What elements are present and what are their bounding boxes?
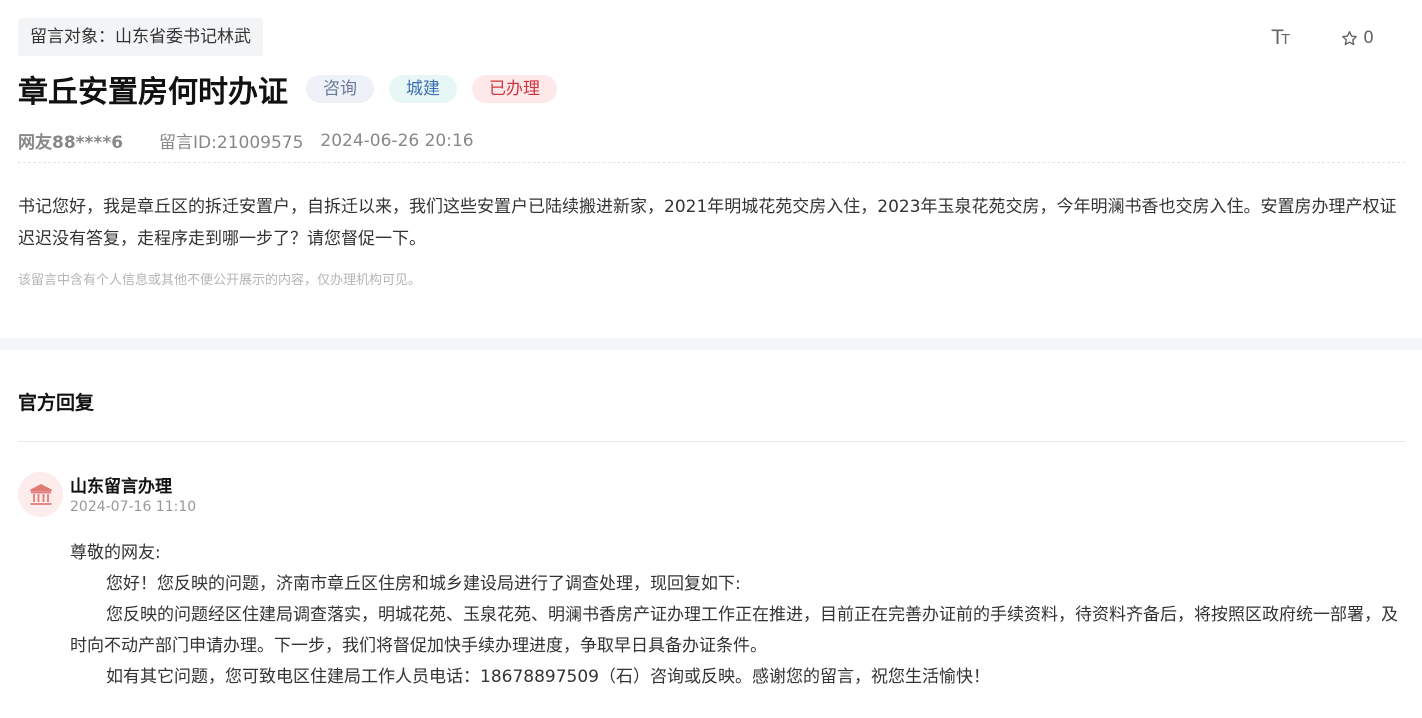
message-author: 网友88****6 bbox=[18, 133, 124, 153]
reply-paragraph: 您反映的问题经区住建局调查落实，明城花苑、玉泉花苑、明澜书香房产证办理工作正在推… bbox=[70, 605, 1398, 656]
privacy-note: 该留言中含有个人信息或其他不便公开展示的内容，仅办理机构可见。 bbox=[18, 273, 422, 288]
section-separator bbox=[0, 338, 1422, 350]
reply-heading: 官方回复 bbox=[18, 392, 95, 414]
message-datetime: 2024-06-26 20:16 bbox=[320, 130, 474, 151]
divider bbox=[18, 441, 1405, 442]
avatar bbox=[18, 472, 63, 517]
government-building-icon bbox=[29, 483, 52, 505]
favorite-button[interactable]: 0 bbox=[1341, 28, 1374, 48]
reply-org-name: 山东留言办理 bbox=[70, 477, 172, 497]
message-target-label: 留言对象：山东省委书记林武 bbox=[18, 18, 263, 56]
official-reply-section: 官方回复 山东留言办理 2024-07-16 11:10 尊敬的网友: 您好！您… bbox=[0, 350, 1422, 718]
text-size-icon[interactable]: TT bbox=[1271, 26, 1290, 50]
toolbar: TT 0 bbox=[1271, 26, 1374, 50]
divider bbox=[18, 162, 1405, 163]
tag-category: 城建 bbox=[389, 75, 457, 103]
message-id: 留言ID:21009575 bbox=[159, 133, 304, 153]
reply-datetime: 2024-07-16 11:10 bbox=[70, 499, 197, 515]
reply-content: 尊敬的网友: 您好！您反映的问题，济南市章丘区住房和城乡建设局进行了调查处理，现… bbox=[70, 538, 1408, 693]
message-section: 留言对象：山东省委书记林武 TT 0 章丘安置房何时办证 咨询 城建 已办理 网… bbox=[0, 0, 1422, 338]
reply-paragraph: 您好！您反映的问题，济南市章丘区住房和城乡建设局进行了调查处理，现回复如下: bbox=[106, 574, 741, 594]
star-outline-icon bbox=[1342, 30, 1358, 45]
reply-salutation: 尊敬的网友: bbox=[70, 543, 161, 563]
tag-consult: 咨询 bbox=[306, 75, 374, 103]
status-badge: 已办理 bbox=[472, 75, 557, 103]
message-title: 章丘安置房何时办证 bbox=[18, 75, 288, 110]
reply-paragraph: 如有其它问题，您可致电区住建局工作人员电话：18678897509（石）咨询或反… bbox=[106, 667, 990, 687]
title-row: 章丘安置房何时办证 咨询 城建 已办理 bbox=[18, 68, 572, 110]
favorite-count: 0 bbox=[1363, 28, 1374, 48]
message-content: 书记您好，我是章丘区的拆迁安置户，自拆迁以来，我们这些安置户已陆续搬进新家，20… bbox=[18, 197, 1397, 249]
message-meta: 网友88****6 留言ID:21009575 2024-06-26 20:16 bbox=[18, 128, 474, 154]
